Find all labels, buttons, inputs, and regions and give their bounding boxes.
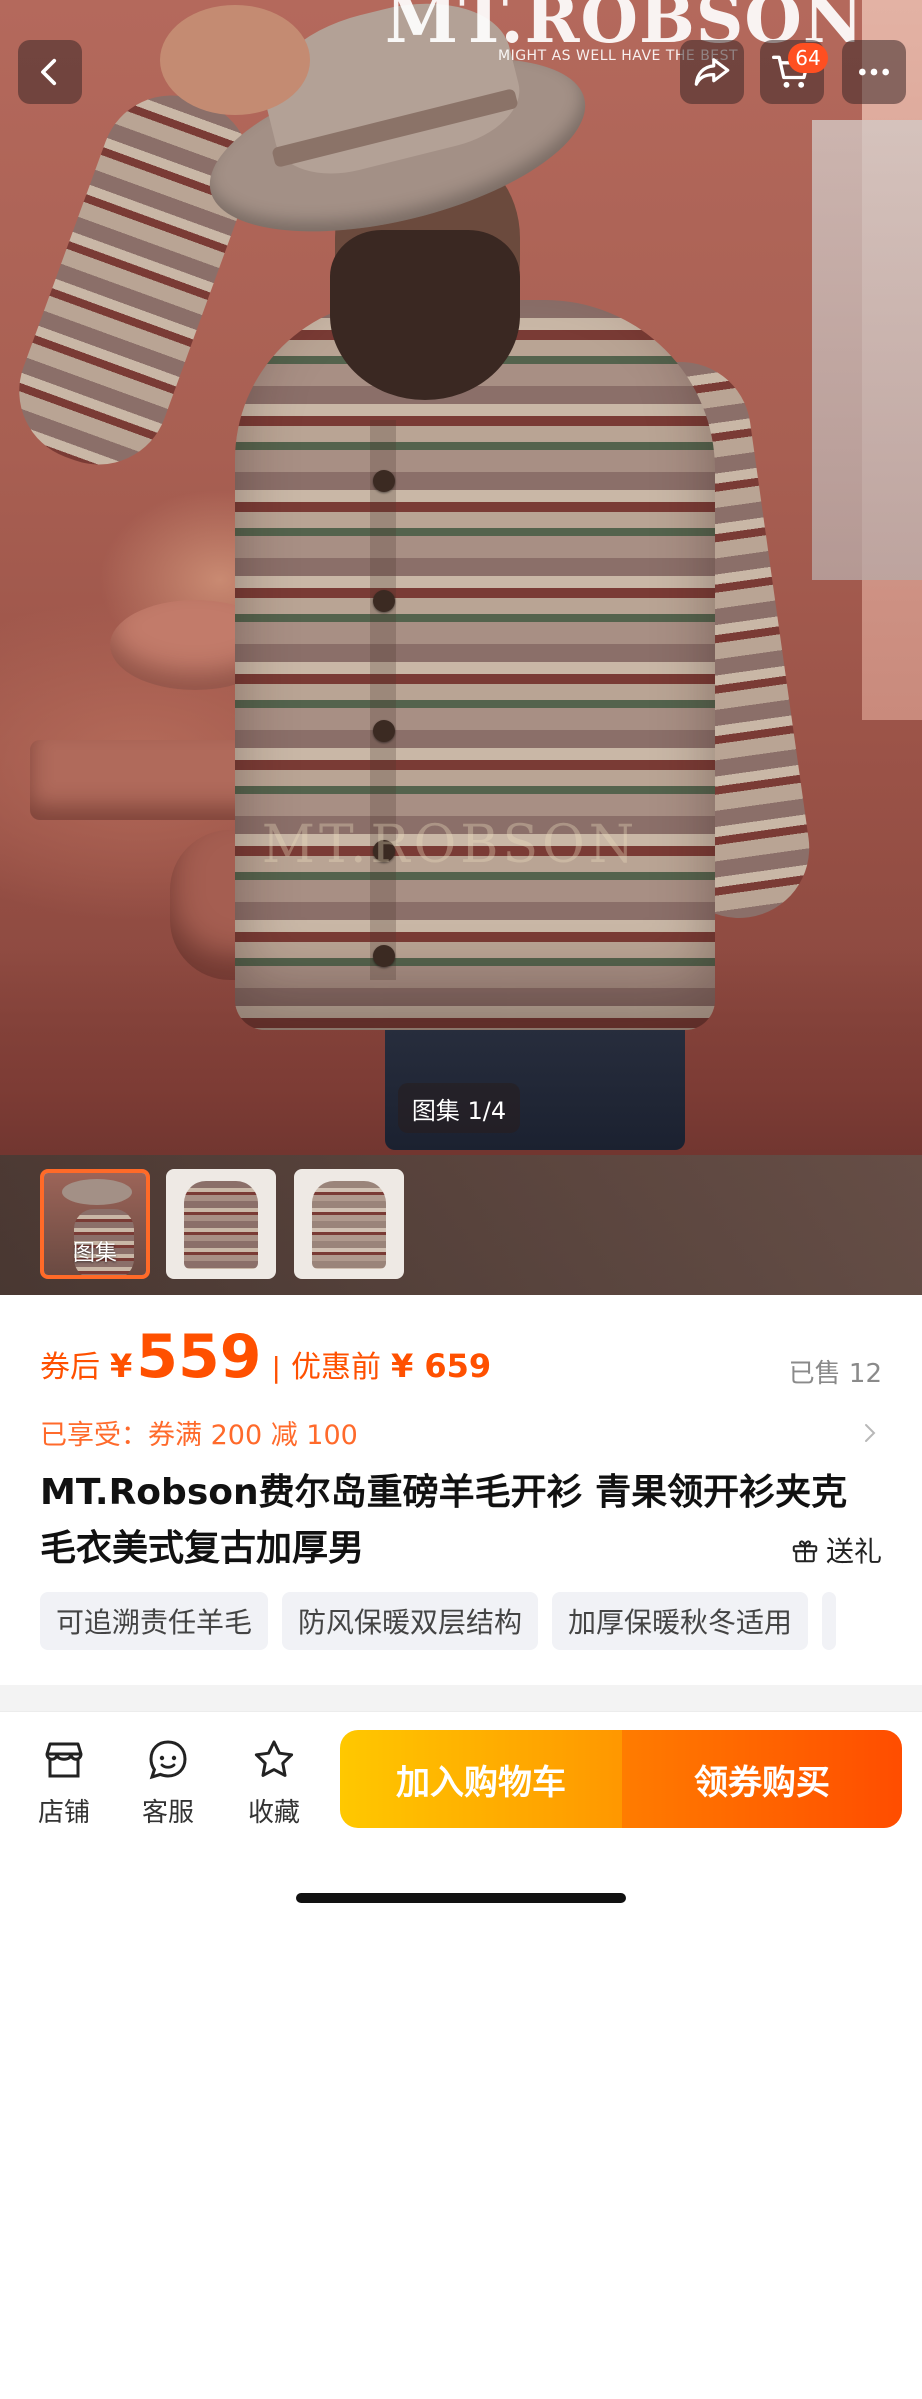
share-icon xyxy=(694,58,730,86)
share-button[interactable] xyxy=(680,40,744,104)
original-price: ¥ 659 xyxy=(390,1347,492,1385)
price-separator: | xyxy=(271,1351,281,1384)
more-icon xyxy=(859,68,889,76)
thumbnail-hat xyxy=(62,1179,132,1205)
feature-tag: 加厚保暖秋冬适用 xyxy=(552,1592,809,1650)
cardigan-button xyxy=(373,470,395,492)
cardigan-button xyxy=(373,590,395,612)
model-left-arm xyxy=(0,75,271,485)
chevron-left-icon xyxy=(41,58,57,86)
thumbnail-strip: 图集 共 2 款 xyxy=(0,1155,922,2397)
favorite-button[interactable]: 收藏 xyxy=(234,1736,314,1829)
gallery-counter: 图集 1/4 xyxy=(398,1083,520,1133)
sold-count: 已售 12 xyxy=(788,1359,882,1389)
store-button[interactable]: 店铺 xyxy=(24,1736,104,1829)
product-title: MT.Robson费尔岛重磅羊毛开衫 青果领开衫夹克毛衣美式复古加厚男 xyxy=(40,1472,848,1569)
thumbnail-gallery[interactable]: 图集 xyxy=(40,1169,150,1279)
customer-service-button[interactable]: 客服 xyxy=(128,1736,208,1829)
gift-label: 送礼 xyxy=(825,1535,882,1568)
thumbnail-label: 图集 xyxy=(72,1241,117,1266)
gift-icon xyxy=(792,1540,818,1563)
variants-label: 共 2 款 xyxy=(766,2364,858,2397)
cardigan-button xyxy=(373,945,395,967)
thumbnail-back[interactable] xyxy=(294,1169,404,1279)
star-icon xyxy=(254,1740,294,1777)
more-button[interactable] xyxy=(842,40,906,104)
back-button[interactable] xyxy=(18,40,82,104)
feature-tags: 可追溯责任羊毛 防风保暖双层结构 加厚保暖秋冬适用 xyxy=(40,1592,837,1650)
currency-symbol: ¥ xyxy=(110,1347,133,1385)
chevron-right-icon xyxy=(872,2370,883,2388)
customer-service-label: 客服 xyxy=(141,1798,194,1828)
thumbnail-cardigan xyxy=(312,1181,386,1269)
add-to-cart-button[interactable]: 加入购物车 xyxy=(340,1730,622,1828)
image-watermark: MT.ROBSON xyxy=(261,815,639,875)
original-price-label: 优惠前 xyxy=(290,1350,381,1385)
favorite-label: 收藏 xyxy=(247,1798,300,1828)
model-beard xyxy=(330,230,520,400)
cardigan-button xyxy=(373,720,395,742)
price-row: 券后 ¥ 559 | 优惠前 ¥ 659 xyxy=(40,1327,491,1387)
model-hand xyxy=(160,5,310,115)
coupon-text: 已享受：券满 200 减 100 xyxy=(40,1420,358,1451)
store-label: 店铺 xyxy=(37,1798,90,1828)
variants-link[interactable]: 共 2 款 xyxy=(766,2359,888,2399)
feature-tag: 可追溯责任羊毛 xyxy=(40,1592,269,1650)
gift-button[interactable]: 送礼 xyxy=(790,1530,882,1570)
home-indicator xyxy=(296,1893,626,1903)
store-icon xyxy=(45,1742,83,1778)
bottom-action-bar: 店铺 客服 收藏 加入购物车 领券购买 xyxy=(0,1711,922,1921)
section-divider xyxy=(0,1685,922,1711)
thumbnail-cardigan xyxy=(184,1181,258,1269)
cardigan-sweater xyxy=(235,300,715,1030)
price-label: 券后 xyxy=(40,1350,100,1385)
cardigan-placket xyxy=(370,420,396,980)
chevron-right-icon xyxy=(865,1423,876,1442)
thumbnail-front[interactable] xyxy=(166,1169,276,1279)
buy-with-coupon-button[interactable]: 领券购买 xyxy=(622,1730,902,1828)
customer-service-icon xyxy=(149,1740,187,1780)
current-price: 559 xyxy=(136,1322,262,1392)
coupon-row[interactable]: 已享受：券满 200 减 100 xyxy=(40,1413,882,1452)
feature-tag: 防风保暖双层结构 xyxy=(282,1592,539,1650)
product-info: 券后 ¥ 559 | 优惠前 ¥ 659 已售 12 已享受：券满 200 减 … xyxy=(0,1295,922,1685)
cart-count-badge: 64 xyxy=(788,43,828,73)
feature-tag-overflow xyxy=(822,1592,837,1650)
